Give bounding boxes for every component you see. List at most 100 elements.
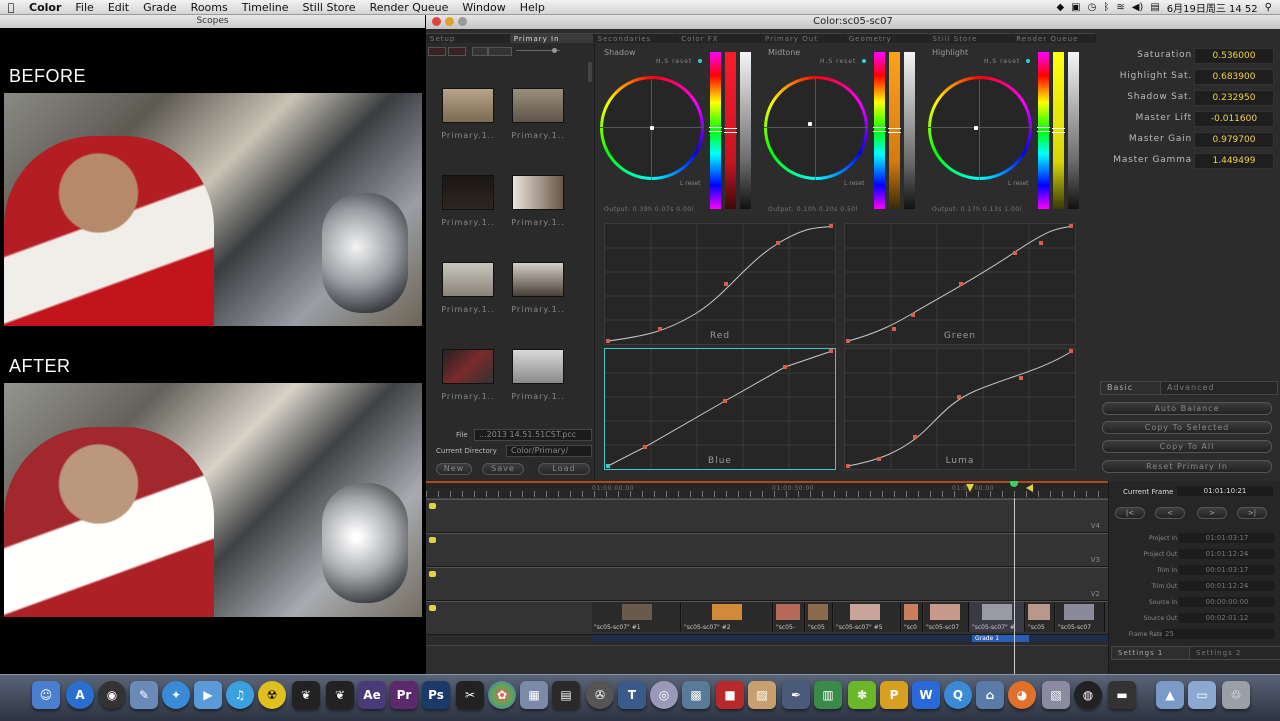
tab-setup[interactable]: Setup xyxy=(426,33,510,43)
green-curve-graph[interactable] xyxy=(845,224,1075,344)
preset-thumbnail[interactable]: Primary.1.. xyxy=(510,175,566,227)
preset-thumbnail[interactable]: Primary.1.. xyxy=(440,349,496,401)
app-store-icon[interactable]: A xyxy=(66,681,94,709)
menu-grade[interactable]: Grade xyxy=(136,1,184,14)
preset-thumbnail[interactable]: Primary.1.. xyxy=(440,175,496,227)
go-to-start-button[interactable]: |< xyxy=(1115,507,1145,519)
blue-curve[interactable]: Blue xyxy=(604,348,836,470)
apple-menu-icon[interactable]:  xyxy=(0,1,22,14)
tab-geometry[interactable]: Geometry xyxy=(844,33,929,43)
highlight-hue-bar[interactable] xyxy=(1037,52,1050,209)
safari-icon[interactable]: ✦ xyxy=(162,681,190,709)
dvd-player-icon[interactable]: ✇ xyxy=(586,681,614,709)
timeline-clip[interactable]: "sc05 xyxy=(1026,602,1055,632)
documents-folder-icon[interactable]: ▭ xyxy=(1188,681,1216,709)
blue-curve-graph[interactable] xyxy=(605,349,835,469)
minimize-window-icon[interactable] xyxy=(445,17,454,26)
midtone-color-wheel[interactable] xyxy=(764,76,868,180)
preset-thumbnail[interactable]: Primary.1.. xyxy=(440,88,496,140)
trim-out-value[interactable]: 00:01:12:24 xyxy=(1179,581,1275,591)
chart-app-icon[interactable]: ▥ xyxy=(814,681,842,709)
red-curve-graph[interactable] xyxy=(605,224,835,344)
tab-render-queue[interactable]: Render Queue xyxy=(1012,33,1096,43)
timeline-clip[interactable]: "sc05- xyxy=(774,602,805,632)
highlight-color-wheel[interactable] xyxy=(928,76,1032,180)
menu-edit[interactable]: Edit xyxy=(101,1,136,14)
itunes-icon[interactable]: ♫ xyxy=(226,681,254,709)
playhead[interactable] xyxy=(1014,498,1015,674)
lock-icon[interactable] xyxy=(429,503,436,509)
timeline-clip[interactable]: "sc05 xyxy=(806,602,833,632)
master-gamma-value[interactable]: 1.449499 xyxy=(1194,153,1274,169)
shadow-color-wheel[interactable] xyxy=(600,76,704,180)
in-point-marker-icon[interactable] xyxy=(966,484,974,492)
facetime-icon[interactable]: ▶ xyxy=(194,681,222,709)
cinema-tools-icon[interactable]: ▩ xyxy=(682,681,710,709)
lock-icon[interactable] xyxy=(429,571,436,577)
motion-icon[interactable]: ▤ xyxy=(552,681,580,709)
icon-view-icon[interactable] xyxy=(472,47,488,56)
feather-app-icon[interactable]: ❦ xyxy=(326,681,354,709)
shadow-sat-value[interactable]: 0.232950 xyxy=(1194,90,1274,106)
current-frame-value[interactable]: 01:01:10:21 xyxy=(1177,486,1273,496)
shadow-wheel-handle[interactable] xyxy=(650,126,654,130)
grade-1-indicator[interactable]: Grade 1 xyxy=(972,635,1029,642)
grade-bar[interactable]: Grade 1 xyxy=(592,635,1108,642)
pages-icon[interactable]: P xyxy=(880,681,908,709)
hue-marker[interactable] xyxy=(709,127,722,132)
shadow-hue-bar[interactable] xyxy=(709,52,722,209)
frame-rate-value[interactable]: 25 xyxy=(1162,629,1275,639)
trim-in-value[interactable]: 00:01:03:17 xyxy=(1179,565,1275,575)
highlight-hs-reset[interactable]: H,S reset xyxy=(984,58,1020,65)
menu-window[interactable]: Window xyxy=(455,1,512,14)
midtone-hue-bar[interactable] xyxy=(873,52,886,209)
dvd-studio-icon[interactable]: ◎ xyxy=(650,681,678,709)
timeline-clip[interactable]: "sc05-sc07" # xyxy=(970,602,1025,632)
tab-basic[interactable]: Basic xyxy=(1100,381,1162,395)
track-v4[interactable]: V4 xyxy=(426,499,1108,533)
tab-color-fx[interactable]: Color FX xyxy=(677,33,761,43)
current-directory-field[interactable]: Color/Primary/ xyxy=(506,445,592,457)
photos-icon[interactable]: ▧ xyxy=(1042,681,1070,709)
spotlight-icon[interactable]: ⚲ xyxy=(1265,2,1272,13)
source-in-value[interactable]: 00:00:00:00 xyxy=(1179,597,1275,607)
leaf-app-icon[interactable]: ✽ xyxy=(848,681,876,709)
timeline-clip[interactable]: "sc05-sc07" #5 xyxy=(834,602,901,632)
radiation-app-icon[interactable]: ☢ xyxy=(258,681,286,709)
hue-marker[interactable] xyxy=(1037,127,1050,132)
red-app-icon[interactable]: ■ xyxy=(716,681,744,709)
track-v2[interactable]: V2 xyxy=(426,567,1108,601)
timeline-ruler[interactable]: 01:00:00:00 01:00:30:00 01:01:00:00 xyxy=(426,481,1108,499)
luma-curve[interactable]: Luma xyxy=(844,348,1076,470)
copy-to-all-button[interactable]: Copy To All xyxy=(1102,440,1272,453)
midtone-wheel-handle[interactable] xyxy=(808,122,812,126)
highlight-wheel-handle[interactable] xyxy=(974,126,978,130)
highlight-l-reset[interactable]: L reset xyxy=(1008,180,1028,187)
timeline[interactable]: 01:00:00:00 01:00:30:00 01:01:00:00 V4 V… xyxy=(426,481,1108,675)
menu-timeline[interactable]: Timeline xyxy=(235,1,296,14)
highlight-luma-bar[interactable] xyxy=(1068,52,1079,209)
thumb-size-slider-knob[interactable] xyxy=(552,48,557,53)
app-menu[interactable]: Color xyxy=(22,1,68,14)
tab-advanced[interactable]: Advanced xyxy=(1160,381,1278,395)
new-button[interactable]: New xyxy=(436,463,472,475)
track-v1[interactable]: "sc05-sc07" #1 "sc05-sc07" #2 "sc05- "sc… xyxy=(426,601,1108,635)
menubar-clock[interactable]: 6月19日周三 14 52 xyxy=(1167,0,1258,15)
clapper-icon[interactable]: ▬ xyxy=(1108,681,1136,709)
previous-frame-button[interactable]: < xyxy=(1155,507,1185,519)
lock-icon[interactable] xyxy=(429,605,436,611)
shadow-luma-bar[interactable] xyxy=(740,52,751,209)
color-app-icon[interactable]: ✿ xyxy=(488,681,516,709)
livetype-icon[interactable]: T xyxy=(618,681,646,709)
master-lift-value[interactable]: -0.011600 xyxy=(1194,111,1274,127)
premiere-icon[interactable]: Pr xyxy=(390,681,418,709)
reset-primary-in-button[interactable]: Reset Primary In xyxy=(1102,460,1272,473)
qq-icon[interactable]: ◍ xyxy=(1074,681,1102,709)
next-frame-button[interactable]: > xyxy=(1197,507,1227,519)
list-view-icon[interactable] xyxy=(488,47,512,56)
photoshop-icon[interactable]: Ps xyxy=(422,681,450,709)
timeline-clip[interactable]: "sc0 xyxy=(902,602,923,632)
file-field[interactable]: ...2013 14.51.51CST.pcc xyxy=(474,429,592,441)
display-icon[interactable]: ▣ xyxy=(1071,2,1080,13)
auto-balance-button[interactable]: Auto Balance xyxy=(1102,402,1272,415)
